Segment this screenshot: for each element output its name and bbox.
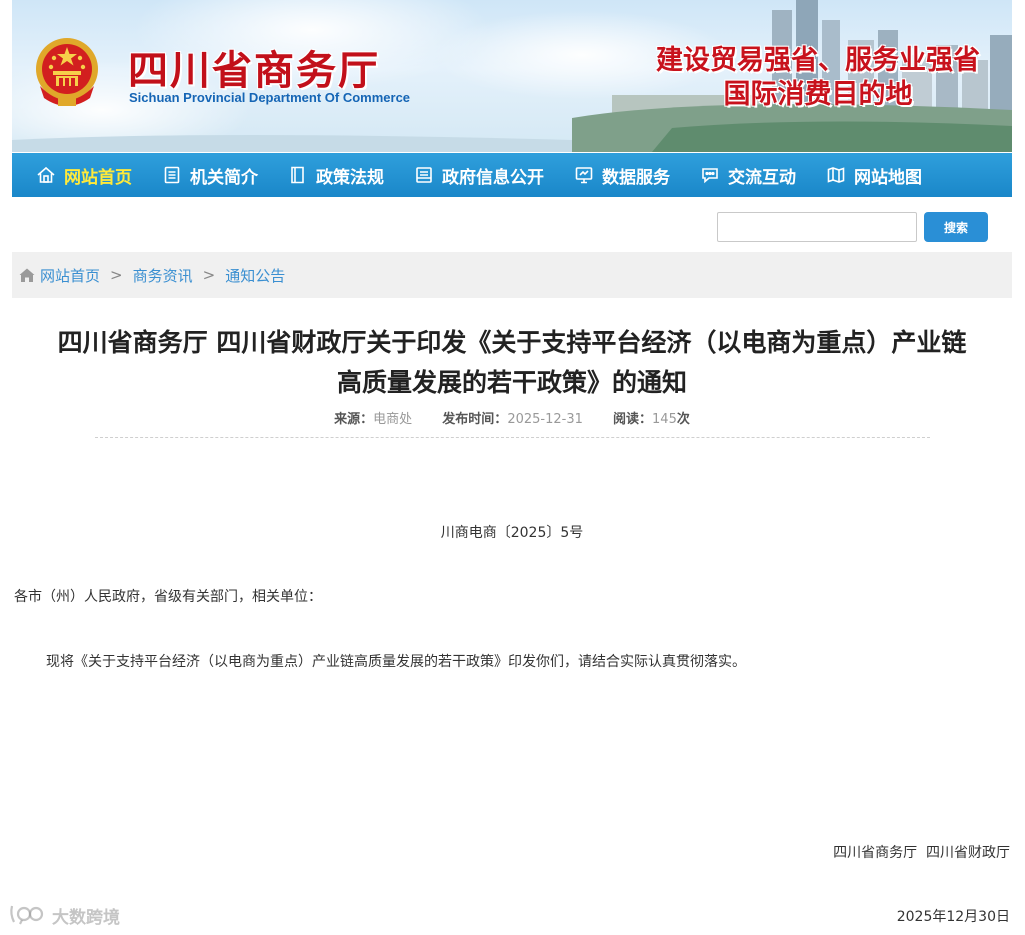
document-icon — [164, 166, 180, 184]
body-paragraph: 现将《关于支持平台经济（以电商为重点）产业链高质量发展的若干政策》印发你们，请结… — [46, 654, 746, 670]
breadcrumb-news-link[interactable]: 商务资讯 — [133, 265, 193, 286]
source-value: 电商处 — [373, 412, 413, 427]
divider — [95, 437, 930, 438]
chat-icon — [702, 168, 718, 184]
meta-views: 阅读：145次 — [613, 412, 690, 427]
breadcrumb-separator: > — [110, 266, 123, 284]
article-title-line-2: 高质量发展的若干政策》的通知 — [336, 368, 687, 397]
nav-label: 机关简介 — [190, 167, 258, 188]
map-icon — [827, 167, 845, 183]
nav-label: 网站首页 — [64, 167, 132, 188]
nav-item-about[interactable]: 机关简介 — [138, 153, 258, 197]
meta-source: 来源：电商处 — [334, 412, 412, 427]
nav-label: 网站地图 — [854, 167, 922, 188]
nav-label: 交流互动 — [728, 167, 796, 188]
slogan: 建设贸易强省、服务业强省 国际消费目的地 — [656, 44, 980, 112]
search-input[interactable] — [717, 212, 917, 242]
nav-item-sitemap[interactable]: 网站地图 — [802, 153, 922, 197]
site-subtitle: Sichuan Provincial Department Of Commerc… — [129, 90, 411, 105]
nav-item-interaction[interactable]: 交流互动 — [676, 153, 796, 197]
article-title: 四川省商务厅 四川省财政厅关于印发《关于支持平台经济（以电商为重点）产业链 高质… — [12, 323, 1012, 403]
nav-item-home[interactable]: 网站首页 — [12, 153, 132, 197]
monitor-icon — [575, 167, 593, 184]
date-value: 2025-12-31 — [507, 412, 583, 427]
meta-date: 发布时间：2025-12-31 — [442, 412, 583, 427]
breadcrumb-home-link[interactable]: 网站首页 — [40, 265, 100, 286]
search-button[interactable]: 搜索 — [924, 212, 988, 242]
article-meta: 来源：电商处 发布时间：2025-12-31 阅读：145次 — [12, 408, 1012, 427]
views-unit: 次 — [676, 412, 690, 427]
nav-item-gov-info[interactable]: 政府信息公开 — [390, 153, 544, 197]
home-icon — [37, 166, 55, 183]
book-icon — [291, 166, 304, 184]
watermark-logo-icon — [10, 905, 44, 925]
views-label: 阅读： — [613, 412, 653, 427]
breadcrumb: 网站首页 > 商务资讯 > 通知公告 — [12, 252, 1012, 298]
home-icon — [19, 268, 35, 282]
salutation: 各市（州）人民政府，省级有关部门，相关单位： — [14, 589, 322, 605]
breadcrumb-separator: > — [202, 266, 216, 284]
signature: 四川省商务厅 四川省财政厅 — [833, 845, 1010, 861]
nav-label: 数据服务 — [602, 167, 670, 188]
article-title-line-1: 四川省商务厅 四川省财政厅关于印发《关于支持平台经济（以电商为重点）产业链 — [57, 328, 967, 357]
nav-label: 政府信息公开 — [442, 167, 544, 188]
slogan-line-1: 建设贸易强省、服务业强省 — [656, 45, 980, 76]
site-title: 四川省商务厅 — [128, 47, 380, 94]
breadcrumb-notice-link[interactable]: 通知公告 — [225, 265, 285, 286]
national-emblem-logo — [36, 38, 98, 106]
header-banner: 四川省商务厅 Sichuan Provincial Department Of … — [12, 0, 1012, 152]
watermark: 大数跨境 — [8, 902, 120, 928]
nav-item-data[interactable]: 数据服务 — [550, 153, 670, 197]
main-nav: 网站首页 机关简介 政策法规 政府信息公开 数据服务 交流互动 网站地图 — [12, 153, 1012, 197]
date-label: 发布时间： — [442, 412, 508, 427]
nav-item-policy[interactable]: 政策法规 — [264, 153, 384, 197]
document-number: 川商电商〔2025〕5号 — [440, 525, 584, 541]
views-count: 145 — [652, 412, 677, 427]
folder-icon — [416, 167, 432, 183]
source-label: 来源： — [334, 412, 374, 427]
sign-date: 2025年12月30日 — [896, 909, 1010, 925]
watermark-text: 大数跨境 — [52, 907, 120, 928]
nav-label: 政策法规 — [316, 167, 384, 188]
slogan-line-2: 国际消费目的地 — [723, 79, 913, 110]
